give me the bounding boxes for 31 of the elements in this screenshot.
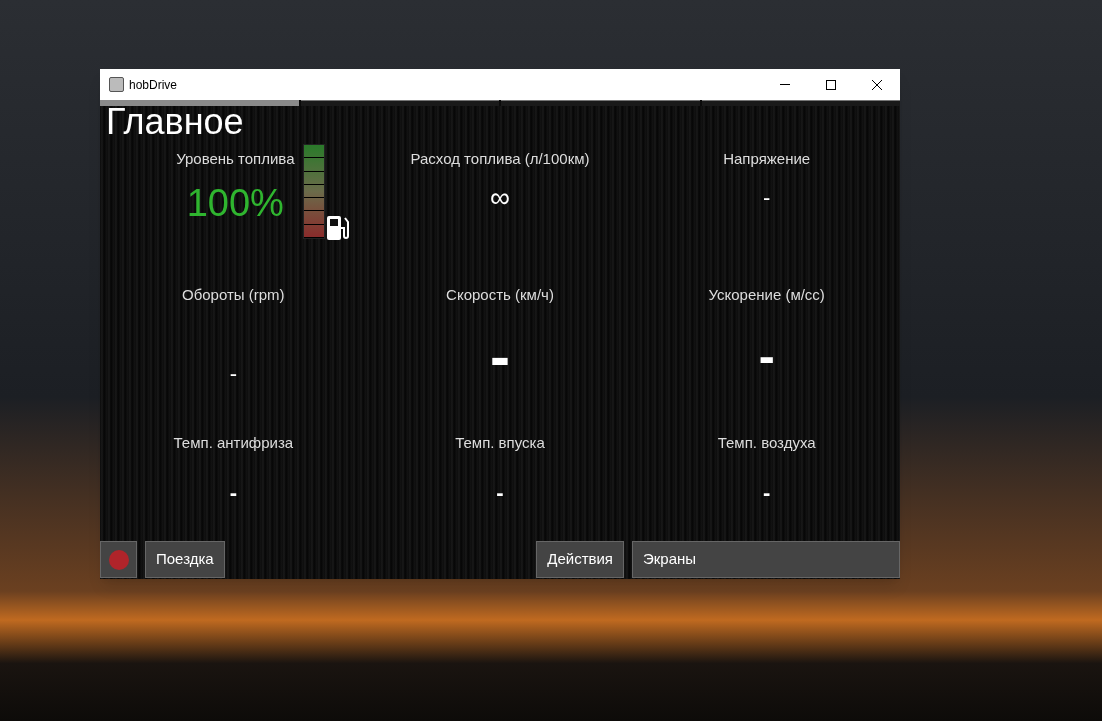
gauge-label: Расход топлива (л/100км) bbox=[410, 149, 590, 169]
close-icon bbox=[872, 79, 882, 90]
trip-button[interactable]: Поездка bbox=[145, 541, 225, 578]
gauge-label: Ускорение (м/сс) bbox=[708, 285, 825, 305]
window-title: hobDrive bbox=[129, 76, 178, 94]
gauge-label: Уровень топлива bbox=[176, 149, 295, 169]
page-tab[interactable] bbox=[501, 100, 700, 106]
maximize-icon bbox=[826, 79, 836, 90]
gauge-value: - bbox=[758, 332, 775, 381]
page-tab[interactable] bbox=[701, 100, 900, 106]
fuel-pump-icon bbox=[324, 214, 351, 242]
gauge-value: - bbox=[763, 183, 771, 212]
screens-dropdown[interactable]: Экраны bbox=[632, 541, 900, 578]
actions-button[interactable]: Действия bbox=[536, 541, 624, 578]
gauge-value: ∞ bbox=[490, 180, 510, 215]
gauge-label: Темп. антифриза bbox=[173, 432, 294, 453]
minimize-icon bbox=[780, 84, 790, 85]
gauge-label: Обороты (rpm) bbox=[182, 285, 285, 305]
gauge-value: - bbox=[496, 479, 504, 507]
page-heading: Главное bbox=[105, 106, 244, 138]
gauge-label: Напряжение bbox=[723, 149, 811, 169]
gauge-label: Темп. воздуха bbox=[717, 432, 816, 453]
gauge-label: Скорость (км/ч) bbox=[446, 285, 554, 305]
gauge-value: - bbox=[229, 359, 237, 388]
gauge-value: - bbox=[229, 479, 237, 507]
app-logo-icon bbox=[109, 77, 124, 92]
gauge-value: - bbox=[763, 479, 771, 507]
gauge-value: - bbox=[490, 326, 510, 387]
gauge-label: Темп. впуска bbox=[455, 432, 545, 453]
page-tab[interactable] bbox=[300, 100, 499, 106]
fuel-percent: 100% bbox=[186, 180, 284, 226]
